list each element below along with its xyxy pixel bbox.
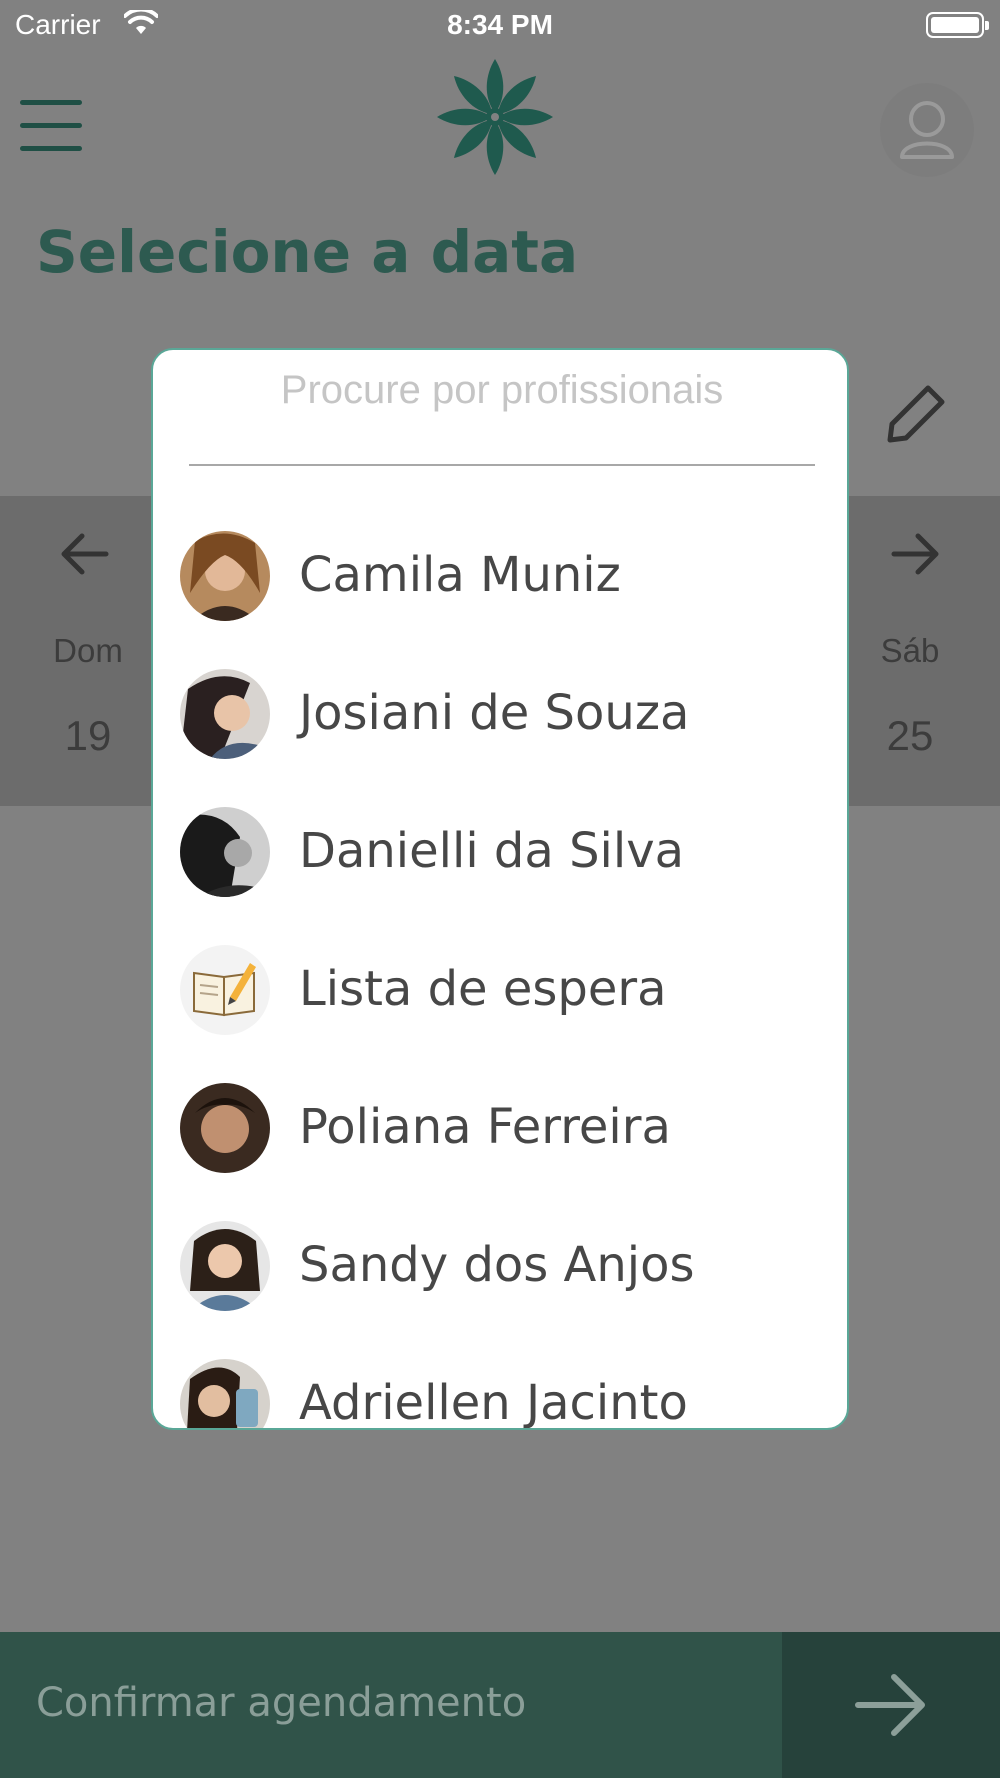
arrow-right-icon[interactable] xyxy=(888,526,944,582)
list-item[interactable]: Poliana Ferreira xyxy=(153,1068,847,1188)
confirm-button-label: Confirmar agendamento xyxy=(36,1680,527,1726)
status-bar: Carrier 8:34 PM xyxy=(0,0,1000,50)
confirm-bar[interactable]: Confirmar agendamento xyxy=(0,1632,1000,1778)
notebook-pencil-icon xyxy=(180,945,270,1035)
professional-name: Poliana Ferreira xyxy=(299,1099,671,1155)
professional-name: Josiani de Souza xyxy=(299,685,690,741)
list-item[interactable]: Adriellen Jacinto xyxy=(153,1344,847,1430)
hamburger-menu-icon[interactable] xyxy=(20,100,82,152)
list-item[interactable]: Sandy dos Anjos xyxy=(153,1206,847,1326)
avatar xyxy=(180,1083,270,1173)
clock: 8:34 PM xyxy=(447,9,553,40)
day-name: Dom xyxy=(53,632,123,669)
arrow-right-icon xyxy=(855,1674,925,1736)
professional-picker-modal: Camila Muniz Josiani de Souza Danielli d… xyxy=(151,348,849,1430)
user-profile-icon xyxy=(900,101,954,159)
avatar xyxy=(180,1359,270,1428)
day-name: Sáb xyxy=(880,632,940,669)
list-item[interactable]: Lista de espera xyxy=(153,930,847,1050)
avatar xyxy=(180,669,270,759)
avatar xyxy=(180,1221,270,1311)
professional-name: Danielli da Silva xyxy=(299,823,685,879)
day-number[interactable]: 19 xyxy=(28,712,148,760)
flower-logo-icon xyxy=(437,59,553,175)
profile-button[interactable] xyxy=(880,83,974,177)
battery-icon xyxy=(926,12,989,38)
list-item[interactable]: Josiani de Souza xyxy=(153,654,847,774)
professional-name: Sandy dos Anjos xyxy=(299,1237,695,1293)
list-item[interactable]: Camila Muniz xyxy=(153,516,847,636)
avatar xyxy=(180,531,270,621)
confirm-button[interactable] xyxy=(782,1632,1000,1778)
day-number[interactable]: 25 xyxy=(850,712,970,760)
professional-name: Lista de espera xyxy=(299,961,667,1017)
page-title: Selecione a data xyxy=(36,218,579,286)
professional-name: Adriellen Jacinto xyxy=(299,1375,688,1430)
avatar xyxy=(180,807,270,897)
list-item[interactable]: Danielli da Silva xyxy=(153,792,847,912)
search-input[interactable] xyxy=(189,350,815,466)
arrow-left-icon[interactable] xyxy=(56,526,112,582)
pencil-icon[interactable] xyxy=(880,380,950,450)
professional-name: Camila Muniz xyxy=(299,547,621,603)
